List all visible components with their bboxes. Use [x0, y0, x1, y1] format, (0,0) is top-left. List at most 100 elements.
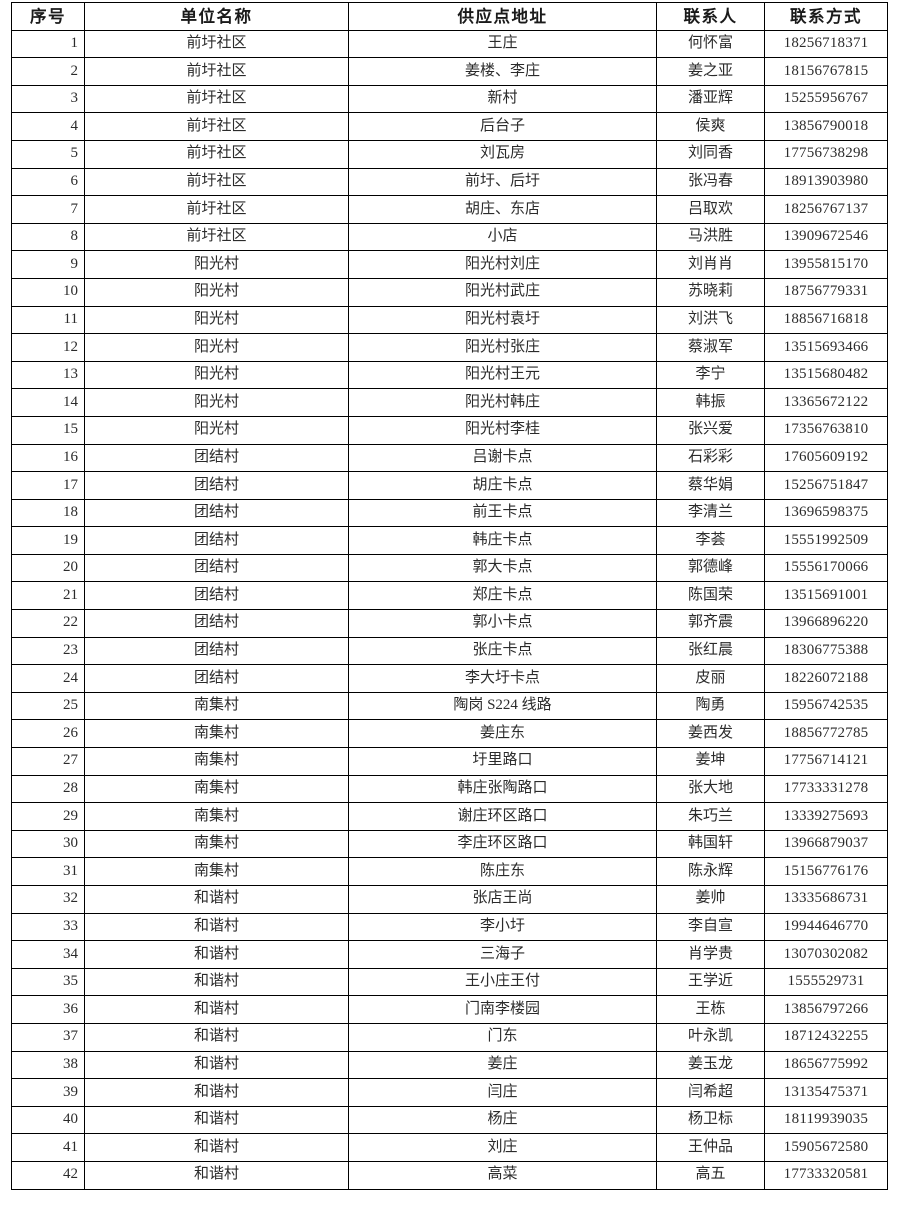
cell-supply-address: 胡庄卡点: [348, 471, 657, 500]
cell-contact-person: 马洪胜: [656, 222, 765, 252]
cell-contact-phone: 15956742535: [764, 691, 888, 721]
cell-supply-address: 三海子: [348, 940, 657, 969]
cell-contact-phone: 13365672122: [764, 388, 888, 417]
cell-contact-phone: 13909672546: [764, 222, 888, 252]
table-row: 31 南集村 陈庄东 陈永辉 15156776176: [11, 857, 888, 886]
cell-contact-phone: 13515691001: [764, 581, 888, 611]
cell-contact-phone: 17605609192: [764, 443, 888, 473]
cell-contact-person: 韩国轩: [656, 829, 765, 859]
cell-seq: 24: [11, 664, 85, 693]
cell-unit-name: 南集村: [84, 802, 349, 831]
table-row: 28 南集村 韩庄张陶路口 张大地 17733331278: [11, 774, 888, 804]
cell-contact-person: 肖学贵: [656, 940, 765, 969]
cell-contact-phone: 13135475371: [764, 1078, 888, 1107]
cell-supply-address: 门南李楼园: [348, 995, 657, 1024]
table-row: 4 前圩社区 后台子 侯爽 13856790018: [11, 112, 888, 141]
cell-contact-phone: 15256751847: [764, 471, 888, 500]
column-header-contact-phone: 联系方式: [764, 2, 888, 31]
cell-supply-address: 小店: [348, 222, 657, 252]
table-row: 39 和谐村 闫庄 闫希超 13135475371: [11, 1078, 888, 1107]
cell-seq: 4: [11, 112, 85, 141]
cell-contact-person: 高五: [656, 1160, 765, 1190]
cell-contact-person: 张兴爱: [656, 415, 765, 445]
cell-seq: 35: [11, 967, 85, 997]
cell-unit-name: 团结村: [84, 664, 349, 693]
cell-unit-name: 前圩社区: [84, 84, 349, 114]
cell-seq: 19: [11, 526, 85, 555]
cell-seq: 11: [11, 305, 85, 335]
cell-supply-address: 谢庄环区路口: [348, 802, 657, 831]
cell-seq: 8: [11, 222, 85, 252]
cell-unit-name: 阳光村: [84, 415, 349, 445]
cell-supply-address: 姜庄东: [348, 719, 657, 749]
cell-unit-name: 和谐村: [84, 1160, 349, 1190]
cell-supply-address: 门东: [348, 1022, 657, 1052]
cell-contact-person: 朱巧兰: [656, 802, 765, 831]
cell-seq: 22: [11, 609, 85, 638]
cell-unit-name: 团结村: [84, 526, 349, 555]
cell-contact-phone: 13515680482: [764, 360, 888, 390]
cell-seq: 42: [11, 1160, 85, 1190]
cell-contact-person: 陶勇: [656, 691, 765, 721]
table-row: 6 前圩社区 前圩、后圩 张冯春 18913903980: [11, 167, 888, 197]
cell-unit-name: 和谐村: [84, 912, 349, 942]
table-row: 30 南集村 李庄环区路口 韩国轩 13966879037: [11, 829, 888, 859]
cell-seq: 29: [11, 802, 85, 831]
cell-contact-phone: 19944646770: [764, 912, 888, 942]
cell-contact-person: 杨卫标: [656, 1105, 765, 1135]
cell-contact-phone: 15551992509: [764, 526, 888, 555]
cell-seq: 18: [11, 498, 85, 528]
cell-seq: 38: [11, 1050, 85, 1080]
cell-unit-name: 阳光村: [84, 388, 349, 417]
table-row: 33 和谐村 李小圩 李自宣 19944646770: [11, 912, 888, 942]
cell-contact-person: 何怀富: [656, 29, 765, 59]
column-header-contact-person: 联系人: [656, 2, 765, 31]
cell-seq: 20: [11, 553, 85, 583]
cell-seq: 2: [11, 57, 85, 86]
cell-unit-name: 团结村: [84, 636, 349, 666]
cell-contact-phone: 13856790018: [764, 112, 888, 141]
cell-supply-address: 前王卡点: [348, 498, 657, 528]
cell-unit-name: 前圩社区: [84, 57, 349, 86]
table-row: 41 和谐村 刘庄 王仲品 15905672580: [11, 1133, 888, 1162]
table-row: 16 团结村 吕谢卡点 石彩彩 17605609192: [11, 443, 888, 473]
cell-contact-person: 李自宣: [656, 912, 765, 942]
cell-unit-name: 和谐村: [84, 885, 349, 914]
cell-contact-person: 苏晓莉: [656, 277, 765, 307]
cell-contact-person: 张大地: [656, 774, 765, 804]
table-row: 40 和谐村 杨庄 杨卫标 18119939035: [11, 1105, 888, 1135]
cell-seq: 25: [11, 691, 85, 721]
cell-supply-address: 郭大卡点: [348, 553, 657, 583]
cell-contact-phone: 15905672580: [764, 1133, 888, 1162]
cell-contact-phone: 13955815170: [764, 250, 888, 279]
cell-seq: 23: [11, 636, 85, 666]
cell-contact-phone: 13696598375: [764, 498, 888, 528]
cell-unit-name: 团结村: [84, 471, 349, 500]
document-page: 序号 单位名称 供应点地址 联系人 联系方式 1 前圩社区 王庄 何怀富 1825671…: [0, 0, 900, 1210]
cell-contact-person: 姜坤: [656, 747, 765, 776]
cell-unit-name: 前圩社区: [84, 139, 349, 169]
cell-contact-person: 皮丽: [656, 664, 765, 693]
cell-seq: 37: [11, 1022, 85, 1052]
cell-seq: 21: [11, 581, 85, 611]
table-row: 23 团结村 张庄卡点 张红晨 18306775388: [11, 636, 888, 666]
cell-supply-address: 圩里路口: [348, 747, 657, 776]
cell-unit-name: 南集村: [84, 857, 349, 886]
cell-contact-phone: 18256767137: [764, 195, 888, 224]
cell-contact-person: 郭德峰: [656, 553, 765, 583]
cell-seq: 12: [11, 333, 85, 362]
table-header: 序号 单位名称 供应点地址 联系人 联系方式: [11, 2, 888, 31]
cell-seq: 26: [11, 719, 85, 749]
cell-contact-person: 刘肖肖: [656, 250, 765, 279]
table-row: 25 南集村 陶岗 S224 线路 陶勇 15956742535: [11, 691, 888, 721]
cell-contact-person: 王学近: [656, 967, 765, 997]
cell-unit-name: 南集村: [84, 774, 349, 804]
table-row: 19 团结村 韩庄卡点 李荟 15551992509: [11, 526, 888, 555]
cell-unit-name: 和谐村: [84, 1050, 349, 1080]
cell-contact-person: 韩振: [656, 388, 765, 417]
cell-contact-person: 郭齐震: [656, 609, 765, 638]
cell-supply-address: 阳光村李桂: [348, 415, 657, 445]
cell-seq: 40: [11, 1105, 85, 1135]
cell-supply-address: 阳光村袁圩: [348, 305, 657, 335]
cell-supply-address: 刘庄: [348, 1133, 657, 1162]
